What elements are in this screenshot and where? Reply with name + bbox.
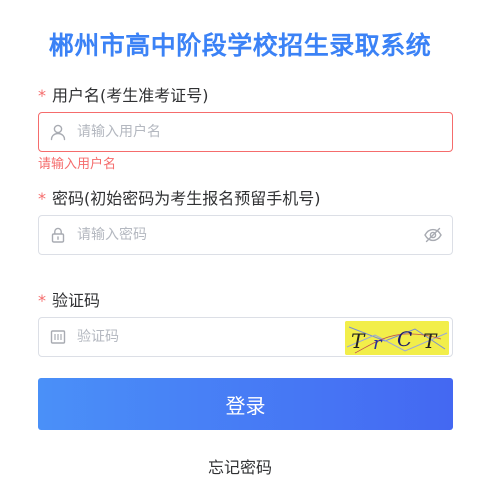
username-label-text: 用户名(考生准考证号) <box>52 86 209 105</box>
lock-icon <box>47 216 69 254</box>
captcha-image[interactable]: T r C T <box>345 321 449 355</box>
user-icon <box>47 113 69 151</box>
svg-text:C: C <box>397 327 412 351</box>
password-label-text: 密码(初始密码为考生报名预留手机号) <box>52 189 321 208</box>
username-field[interactable] <box>38 112 453 152</box>
svg-text:r: r <box>373 333 383 354</box>
password-input[interactable] <box>77 216 397 254</box>
required-mark: * <box>38 86 46 105</box>
username-input[interactable] <box>77 113 397 151</box>
captcha-icon <box>47 318 69 356</box>
captcha-label-text: 验证码 <box>52 291 101 310</box>
svg-text:T: T <box>423 329 438 353</box>
username-error: 请输入用户名 <box>38 157 117 172</box>
eye-off-icon[interactable] <box>420 216 446 254</box>
page-title: 郴州市高中阶段学校招生录取系统 <box>48 31 432 60</box>
captcha-label: * 验证码 <box>38 287 100 311</box>
forgot-password-link[interactable]: 忘记密码 <box>0 454 480 478</box>
captcha-field[interactable]: T r C T <box>38 317 453 357</box>
svg-text:T: T <box>351 329 366 353</box>
password-label: * 密码(初始密码为考生报名预留手机号) <box>38 185 321 209</box>
username-label: * 用户名(考生准考证号) <box>38 82 209 106</box>
login-button[interactable]: 登录 <box>38 378 453 430</box>
required-mark: * <box>38 189 46 208</box>
password-field[interactable] <box>38 215 453 255</box>
required-mark: * <box>38 291 46 310</box>
